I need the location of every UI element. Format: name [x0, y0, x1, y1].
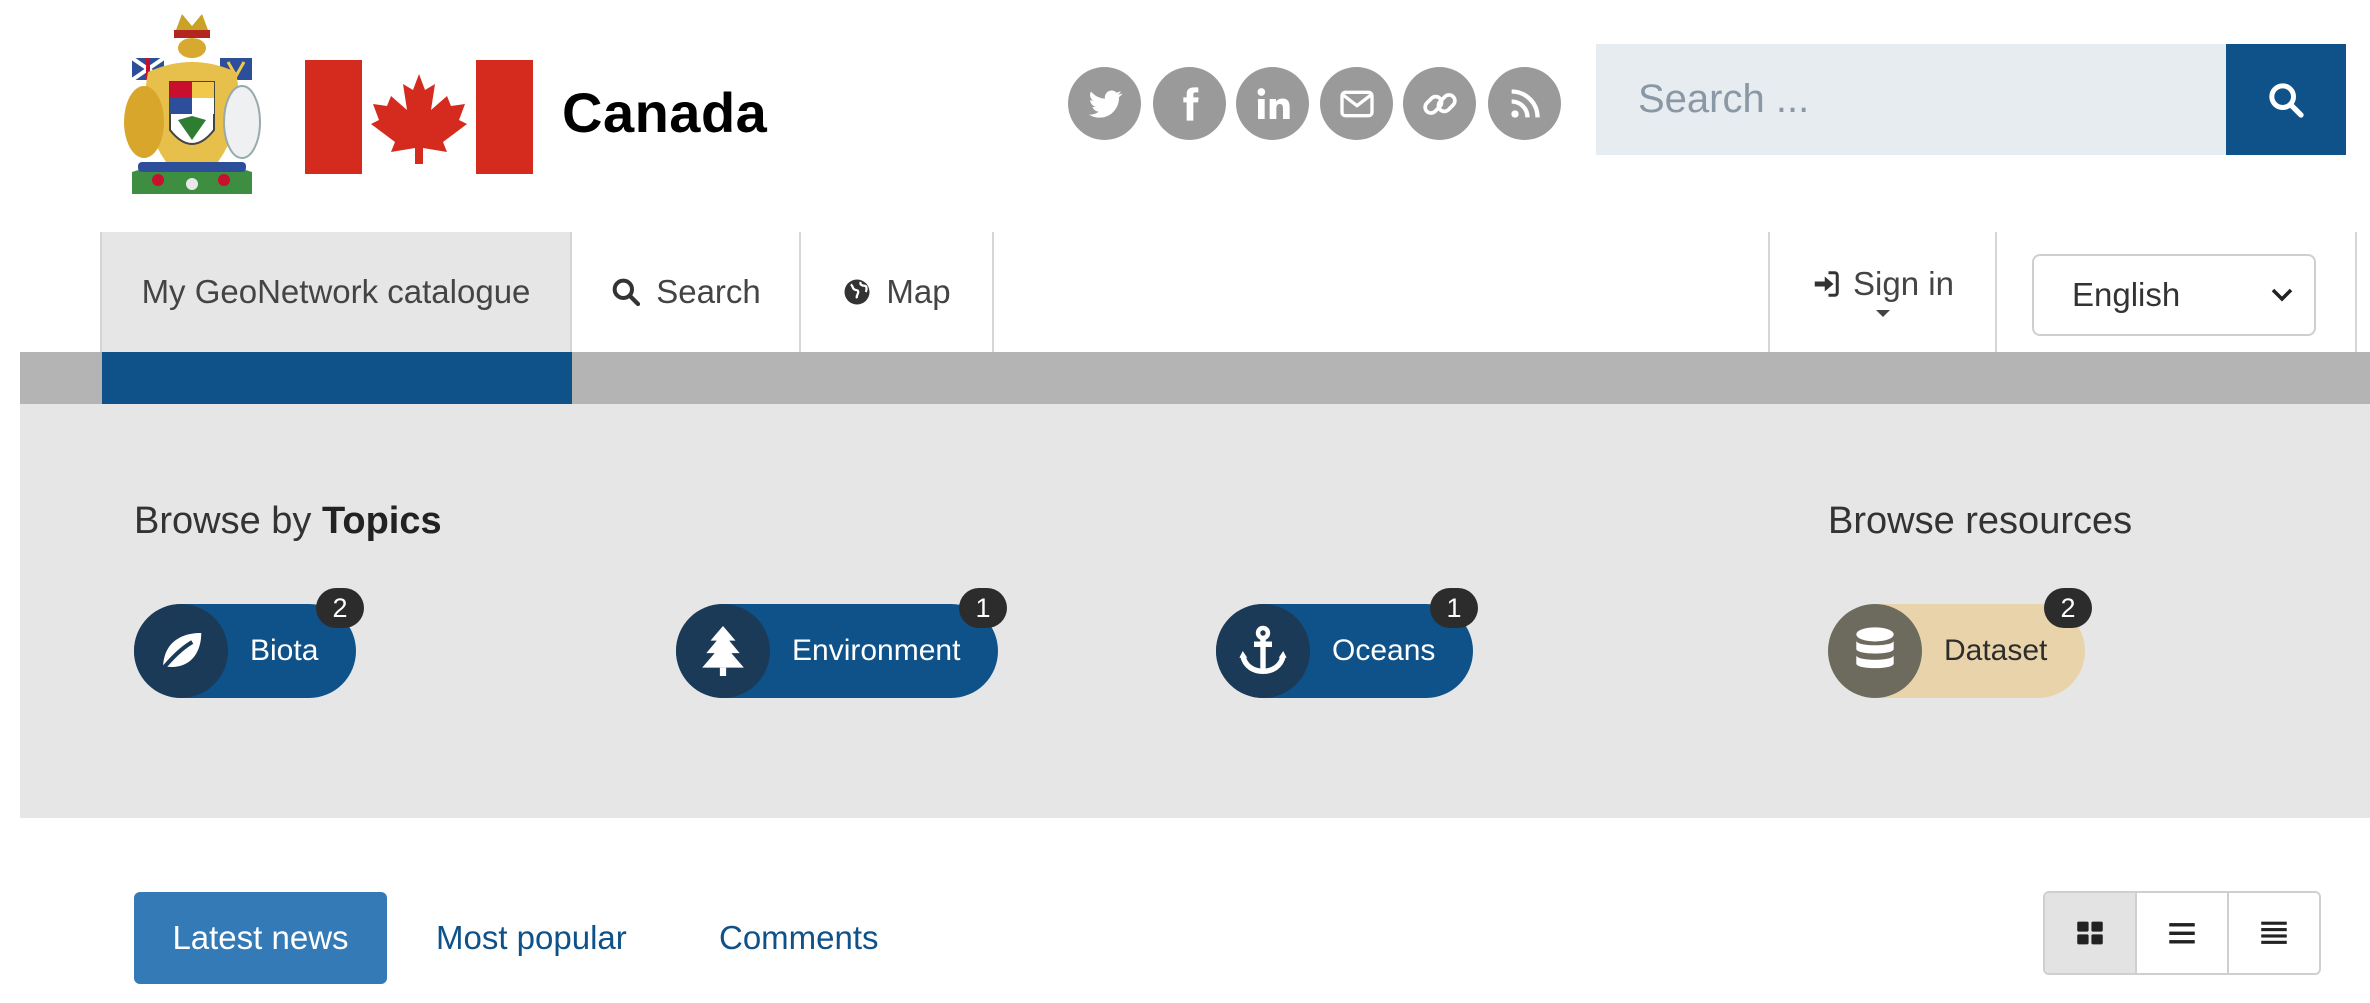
- compact-list-view-icon: [2261, 921, 2287, 944]
- chevron-down-icon: [2271, 288, 2293, 302]
- grid-view-button[interactable]: [2045, 893, 2137, 973]
- count-badge: 2: [2044, 588, 2092, 628]
- anchor-icon: [1216, 604, 1310, 698]
- nav-signin[interactable]: Sign in: [1768, 232, 1997, 352]
- link-icon[interactable]: [1403, 67, 1476, 140]
- search-icon: [2269, 82, 2304, 118]
- count-badge: 2: [316, 588, 364, 628]
- tree-icon: [676, 604, 770, 698]
- brand-title: Canada: [562, 81, 768, 144]
- nav-search[interactable]: Search: [572, 232, 801, 352]
- browse-topics-strong: Topics: [321, 500, 442, 542]
- email-icon[interactable]: [1320, 67, 1393, 140]
- globe-icon: [844, 279, 870, 305]
- count-badge: 1: [959, 588, 1007, 628]
- nav-home-label: My GeoNetwork catalogue: [141, 273, 531, 310]
- facebook-icon[interactable]: [1153, 67, 1226, 140]
- language-select[interactable]: English: [2032, 254, 2316, 336]
- tab-comments[interactable]: Comments: [719, 892, 879, 984]
- topic-chip-label: Environment: [792, 634, 961, 667]
- nav-divider: [2355, 232, 2357, 352]
- tab-most-popular[interactable]: Most popular: [436, 892, 627, 984]
- tab-latest-news[interactable]: Latest news: [134, 892, 387, 984]
- browse-topics-prefix: Browse by: [134, 500, 312, 542]
- leaf-icon: [134, 604, 228, 698]
- topic-chip-environment[interactable]: Environment: [676, 604, 999, 698]
- topic-chip-label: Biota: [250, 634, 319, 667]
- nav-active-indicator: [102, 352, 572, 404]
- linkedin-icon[interactable]: [1236, 67, 1309, 140]
- count-badge: 1: [1430, 588, 1478, 628]
- canada-flag-icon: [305, 60, 533, 174]
- sign-in-icon: [1814, 271, 1839, 297]
- topic-chip-label: Oceans: [1332, 634, 1436, 667]
- search-input[interactable]: [1596, 44, 2226, 155]
- caret-down-icon: [1875, 310, 1890, 317]
- nav-map-label: Map: [886, 273, 951, 310]
- nav-signin-label: Sign in: [1853, 265, 1954, 302]
- canada-coat-of-arms-icon: [118, 12, 266, 202]
- nav-home[interactable]: My GeoNetwork catalogue: [100, 232, 572, 352]
- rss-icon[interactable]: [1488, 67, 1561, 140]
- search-button[interactable]: [2226, 44, 2346, 155]
- language-selected-value: English: [2072, 276, 2181, 313]
- resource-chip-label: Dataset: [1944, 634, 2048, 667]
- grid-view-icon: [2077, 921, 2103, 945]
- list-view-icon: [2169, 923, 2195, 944]
- browse-resources-title: Browse resources: [1828, 500, 2133, 542]
- list-view-button[interactable]: [2137, 893, 2229, 973]
- compact-list-view-button[interactable]: [2229, 893, 2319, 973]
- database-icon: [1828, 604, 1922, 698]
- browse-topics-title: Browse by Topics: [134, 500, 442, 543]
- view-mode-toggle: [2043, 891, 2321, 975]
- search-icon: [612, 278, 641, 307]
- nav-search-label: Search: [656, 273, 761, 310]
- nav-map[interactable]: Map: [801, 232, 994, 352]
- twitter-icon[interactable]: [1068, 67, 1141, 140]
